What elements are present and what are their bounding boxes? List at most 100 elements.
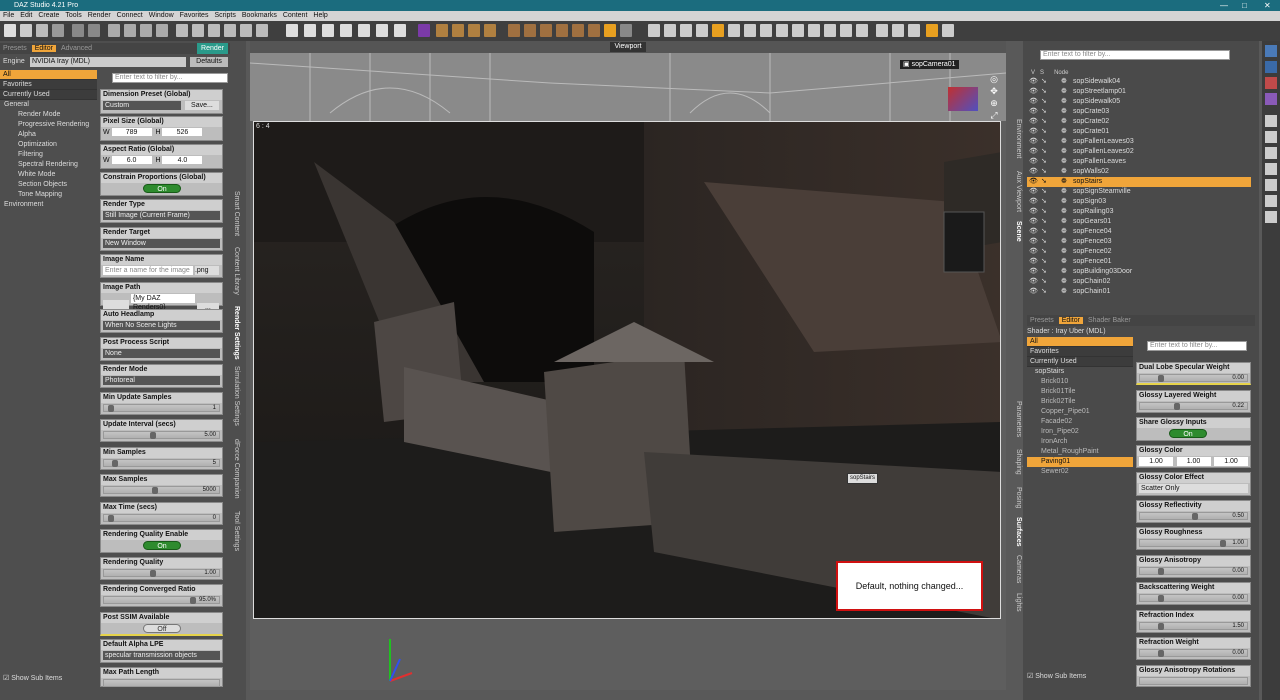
scene-icon[interactable] (394, 24, 406, 37)
scene-node-row[interactable]: 👁 ➘ ❁ sopSidewalk05 (1027, 97, 1251, 107)
converged-ratio-slider[interactable]: 95.0% (103, 596, 220, 604)
visibility-eye-icon[interactable]: 👁 (1029, 227, 1038, 237)
scene-node-row[interactable]: 👁 ➘ ❁ sopRailing03 (1027, 207, 1251, 217)
undo-icon[interactable] (72, 24, 84, 37)
max-path-slider[interactable] (103, 679, 220, 687)
spot-render-icon[interactable] (240, 24, 252, 37)
glossy-effect-select[interactable]: Scatter Only (1139, 484, 1248, 493)
selectable-arrow-icon[interactable]: ➘ (1041, 197, 1047, 207)
pixel-width-input[interactable]: 789 (111, 128, 152, 136)
vtab-surfaces[interactable]: Surfaces (1013, 517, 1023, 547)
maximize-button[interactable]: □ (1242, 0, 1247, 11)
share-glossy-toggle[interactable]: On (1169, 429, 1207, 438)
figure-icon-5[interactable] (508, 24, 520, 37)
render-mode-select[interactable]: Photoreal (103, 376, 220, 385)
selectable-arrow-icon[interactable]: ➘ (1041, 277, 1047, 287)
tab-advanced[interactable]: Advanced (58, 45, 95, 52)
vtab-parameters[interactable]: Parameters (1013, 401, 1023, 437)
rotate-icon[interactable] (124, 24, 136, 37)
tree-environment[interactable]: Environment (0, 200, 97, 210)
glossy-anisotropy-slider[interactable]: 0.00 (1139, 567, 1248, 575)
selectable-arrow-icon[interactable]: ➘ (1041, 127, 1047, 137)
engine-select[interactable]: NVIDIA Iray (MDL) (30, 57, 186, 67)
visibility-eye-icon[interactable]: 👁 (1029, 107, 1038, 117)
scene-node-row[interactable]: 👁 ➘ ❁ sopChain02 (1027, 277, 1251, 287)
pane-icon-10[interactable] (1265, 195, 1277, 207)
tree-general[interactable]: General (0, 100, 97, 110)
visibility-eye-icon[interactable]: 👁 (1029, 97, 1038, 107)
scene-node-row[interactable]: 👁 ➘ ❁ sopFence01 (1027, 257, 1251, 267)
pane-icon-4[interactable] (1265, 93, 1277, 105)
render-viewport[interactable]: 6 : 4 (253, 121, 1001, 619)
dual-lobe-slider[interactable]: 0.00 (1139, 374, 1248, 382)
figure-icon-8[interactable] (556, 24, 568, 37)
image-name-input[interactable]: Enter a name for the image (103, 266, 193, 275)
menu-bookmarks[interactable]: Bookmarks (239, 11, 280, 21)
save-preset-button[interactable]: Save... (184, 101, 219, 110)
menu-edit[interactable]: Edit (17, 11, 35, 21)
render-settings-icon[interactable] (304, 24, 316, 37)
tree-tone-mapping[interactable]: Tone Mapping (0, 190, 97, 200)
figure-icon-2[interactable] (452, 24, 464, 37)
render-target-select[interactable]: New Window (103, 239, 220, 248)
visibility-eye-icon[interactable]: 👁 (1029, 177, 1038, 187)
glossy-color-g[interactable]: 1.00 (1176, 457, 1211, 466)
surfaces-filter-input[interactable]: Enter text to filter by... (1147, 341, 1247, 351)
defaults-button[interactable]: Defaults (190, 57, 228, 67)
pan-icon[interactable] (728, 24, 740, 37)
slider-knob[interactable] (1158, 568, 1164, 575)
menu-help[interactable]: Help (310, 11, 330, 21)
universal-icon[interactable] (156, 24, 168, 37)
pixel-height-input[interactable]: 526 (162, 128, 203, 136)
scene-node-row[interactable]: 👁 ➘ ❁ sopFence03 (1027, 237, 1251, 247)
selectable-arrow-icon[interactable]: ➘ (1041, 247, 1047, 257)
image-ext-select[interactable]: .png (194, 266, 219, 275)
tree-section-objects[interactable]: Section Objects (0, 180, 97, 190)
pane-icon-1[interactable] (1265, 45, 1277, 57)
vtab-posing[interactable]: Posing (1013, 487, 1023, 508)
geometry-editor-icon[interactable] (776, 24, 788, 37)
camera-tool-icon[interactable] (256, 24, 268, 37)
surface-item[interactable]: Brick010 (1027, 377, 1133, 387)
menu-create[interactable]: Create (35, 11, 62, 21)
figure-icon-4[interactable] (484, 24, 496, 37)
visibility-eye-icon[interactable]: 👁 (1029, 287, 1038, 297)
note-icon[interactable] (604, 24, 616, 37)
category-all[interactable]: All (0, 70, 97, 80)
scene-node-row[interactable]: 👁 ➘ ❁ sopFallenLeaves02 (1027, 147, 1251, 157)
figure-icon-9[interactable] (572, 24, 584, 37)
visibility-eye-icon[interactable]: 👁 (1029, 277, 1038, 287)
vtab-simulation-settings[interactable]: Simulation Settings (231, 366, 241, 426)
category-currently-used[interactable]: Currently Used (0, 90, 97, 100)
figure-icon-10[interactable] (588, 24, 600, 37)
surfaces-category-current[interactable]: Currently Used (1027, 357, 1133, 367)
vtab-aux-viewport[interactable]: Aux Viewport (1013, 171, 1023, 212)
surface-item[interactable]: Copper_Pipe01 (1027, 407, 1133, 417)
tool-icon-b[interactable] (792, 24, 804, 37)
selectable-arrow-icon[interactable]: ➘ (1041, 77, 1047, 87)
slider-knob[interactable] (150, 432, 156, 439)
menu-tools[interactable]: Tools (62, 11, 84, 21)
pane-icon-8[interactable] (1265, 163, 1277, 175)
selectable-arrow-icon[interactable]: ➘ (1041, 287, 1047, 297)
slider-knob[interactable] (152, 487, 158, 494)
redo-icon[interactable] (88, 24, 100, 37)
selectable-arrow-icon[interactable]: ➘ (1041, 117, 1047, 127)
visibility-eye-icon[interactable]: 👁 (1029, 117, 1038, 127)
surfaces-show-sub-checkbox[interactable]: ☑ Show Sub Items (1027, 672, 1086, 680)
max-time-slider[interactable]: 0 (103, 514, 220, 522)
constrain-toggle[interactable]: On (143, 184, 181, 193)
tool-icon-a[interactable] (620, 24, 632, 37)
scene-node-row[interactable]: 👁 ➘ ❁ sopStairs (1027, 177, 1251, 187)
selectable-arrow-icon[interactable]: ➘ (1041, 217, 1047, 227)
selectable-arrow-icon[interactable]: ➘ (1041, 207, 1047, 217)
surface-item[interactable]: Iron_Pipe02 (1027, 427, 1133, 437)
post-process-select[interactable]: None (103, 349, 220, 358)
move-icon[interactable] (648, 24, 660, 37)
menu-content[interactable]: Content (280, 11, 311, 21)
visibility-eye-icon[interactable]: 👁 (1029, 87, 1038, 97)
vtab-tool-settings[interactable]: Tool Settings (231, 511, 241, 551)
slider-knob[interactable] (108, 405, 114, 412)
selectable-arrow-icon[interactable]: ➘ (1041, 107, 1047, 117)
orbit-icon[interactable] (680, 24, 692, 37)
